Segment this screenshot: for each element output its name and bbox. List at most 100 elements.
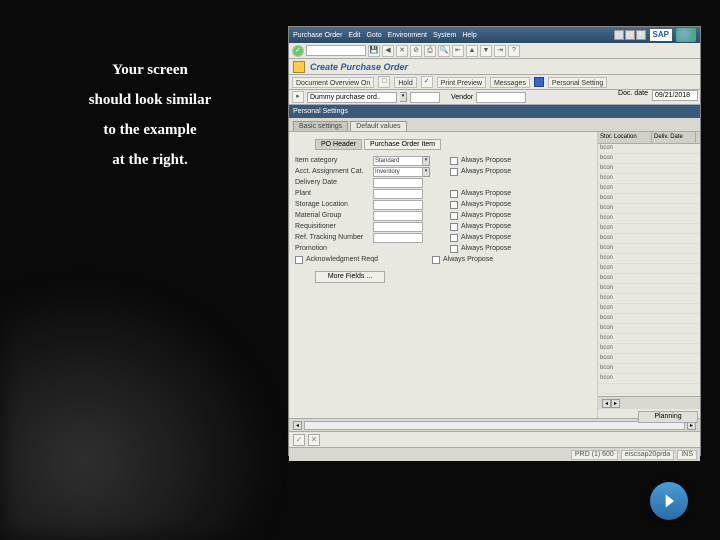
- menu-item[interactable]: Edit: [348, 32, 360, 39]
- grid-row[interactable]: bcon: [598, 364, 700, 374]
- menu-item[interactable]: System: [433, 32, 456, 39]
- acct-assignment-label: Acct. Assignment Cat.: [295, 168, 373, 175]
- grid-row[interactable]: bcon: [598, 294, 700, 304]
- scroll-left-icon[interactable]: ◂: [602, 399, 611, 408]
- screen-title: Create Purchase Order: [310, 62, 408, 72]
- grid-row[interactable]: bcon: [598, 164, 700, 174]
- doc-overview-button[interactable]: Document Overview On: [292, 77, 374, 88]
- maximize-button[interactable]: □: [625, 30, 635, 40]
- next-page-icon[interactable]: ▼: [480, 45, 492, 57]
- grid-row[interactable]: bcon: [598, 234, 700, 244]
- enter-icon[interactable]: ✓: [292, 45, 304, 57]
- hold-button[interactable]: Hold: [394, 77, 416, 88]
- scroll-left-icon[interactable]: ◂: [293, 421, 302, 430]
- print-preview-button[interactable]: Print Preview: [437, 77, 486, 88]
- vendor-field[interactable]: [476, 92, 526, 103]
- expand-icon[interactable]: ▸: [292, 91, 304, 103]
- menu-item[interactable]: Goto: [366, 32, 381, 39]
- check-icon[interactable]: ✓: [421, 76, 433, 88]
- cancel-icon[interactable]: ✕: [308, 434, 320, 446]
- grid-row[interactable]: bcon: [598, 344, 700, 354]
- dropdown-icon[interactable]: ▾: [423, 167, 430, 177]
- close-button[interactable]: ×: [636, 30, 646, 40]
- always-propose-checkbox[interactable]: [450, 223, 458, 231]
- po-number-field[interactable]: [410, 92, 440, 103]
- next-slide-button[interactable]: [650, 482, 688, 520]
- ack-reqd-checkbox[interactable]: [295, 256, 303, 264]
- cancel-icon[interactable]: ⊘: [410, 45, 422, 57]
- create-icon[interactable]: □: [378, 76, 390, 88]
- save-icon[interactable]: 💾: [368, 45, 380, 57]
- more-fields-button[interactable]: More Fields ...: [315, 271, 385, 283]
- subtab-po-header[interactable]: PO Header: [315, 139, 362, 150]
- grid-row[interactable]: bcon: [598, 324, 700, 334]
- menu-item[interactable]: Purchase Order: [293, 32, 342, 39]
- material-group-field[interactable]: [373, 211, 423, 221]
- application-toolbar: Document Overview On □ Hold ✓ Print Prev…: [289, 75, 700, 90]
- grid-row[interactable]: [598, 384, 700, 394]
- grid-row[interactable]: bcon: [598, 204, 700, 214]
- grid-row[interactable]: bcon: [598, 334, 700, 344]
- grid-row[interactable]: bcon: [598, 154, 700, 164]
- always-propose-label: Always Propose: [443, 256, 493, 263]
- command-field[interactable]: [306, 45, 366, 56]
- tab-basic-settings[interactable]: Basic settings: [293, 121, 348, 131]
- grid-row[interactable]: bcon: [598, 174, 700, 184]
- scroll-right-icon[interactable]: ▸: [611, 399, 620, 408]
- always-propose-checkbox[interactable]: [450, 234, 458, 242]
- always-propose-checkbox[interactable]: [432, 256, 440, 264]
- grid-row[interactable]: bcon: [598, 374, 700, 384]
- prev-page-icon[interactable]: ▲: [466, 45, 478, 57]
- menu-item[interactable]: Environment: [388, 32, 427, 39]
- plant-field[interactable]: [373, 189, 423, 199]
- menu-item[interactable]: Help: [462, 32, 476, 39]
- subtab-po-item[interactable]: Purchase Order Item: [364, 139, 441, 150]
- grid-row[interactable]: bcon: [598, 194, 700, 204]
- grid-row[interactable]: bcon: [598, 264, 700, 274]
- grid-row[interactable]: bcon: [598, 144, 700, 154]
- first-page-icon[interactable]: ⇤: [452, 45, 464, 57]
- doc-type-field[interactable]: Dummy purchase ord..: [307, 92, 397, 103]
- dropdown-icon[interactable]: ▾: [400, 92, 407, 102]
- grid-row[interactable]: bcon: [598, 184, 700, 194]
- grid-row[interactable]: bcon: [598, 244, 700, 254]
- tracking-number-field[interactable]: [373, 233, 423, 243]
- sap-logo: SAP: [650, 29, 672, 41]
- help-icon[interactable]: ?: [508, 45, 520, 57]
- messages-button[interactable]: Messages: [490, 77, 530, 88]
- grid-row[interactable]: bcon: [598, 254, 700, 264]
- print-icon[interactable]: ⎙: [424, 45, 436, 57]
- acct-assignment-field[interactable]: Inventory: [373, 167, 423, 177]
- grid-row[interactable]: bcon: [598, 304, 700, 314]
- item-category-field[interactable]: Standard: [373, 156, 423, 166]
- always-propose-checkbox[interactable]: [450, 245, 458, 253]
- exit-icon[interactable]: ✕: [396, 45, 408, 57]
- always-propose-checkbox[interactable]: [450, 201, 458, 209]
- tab-default-values[interactable]: Default values: [350, 121, 406, 131]
- last-page-icon[interactable]: ⇥: [494, 45, 506, 57]
- always-propose-checkbox[interactable]: [450, 157, 458, 165]
- planning-button[interactable]: Planning: [638, 411, 698, 423]
- find-icon[interactable]: 🔍: [438, 45, 450, 57]
- always-propose-checkbox[interactable]: [450, 190, 458, 198]
- always-propose-checkbox[interactable]: [450, 168, 458, 176]
- grid-row[interactable]: bcon: [598, 314, 700, 324]
- save-icon[interactable]: ✓: [293, 434, 305, 446]
- grid-row[interactable]: bcon: [598, 284, 700, 294]
- form-area: PO Header Purchase Order Item Item categ…: [289, 132, 597, 418]
- dropdown-icon[interactable]: ▾: [423, 156, 430, 166]
- scrollbar-track[interactable]: [304, 421, 685, 430]
- minimize-button[interactable]: -: [614, 30, 624, 40]
- sub-tabstrip: PO Header Purchase Order Item: [315, 139, 591, 150]
- always-propose-checkbox[interactable]: [450, 212, 458, 220]
- personal-setting-button[interactable]: Personal Setting: [548, 77, 607, 88]
- grid-row[interactable]: bcon: [598, 224, 700, 234]
- grid-row[interactable]: bcon: [598, 354, 700, 364]
- requisitioner-field[interactable]: [373, 222, 423, 232]
- back-icon[interactable]: ◀: [382, 45, 394, 57]
- storage-location-field[interactable]: [373, 200, 423, 210]
- grid-row[interactable]: bcon: [598, 274, 700, 284]
- delivery-date-field[interactable]: [373, 178, 423, 188]
- grid-row[interactable]: bcon: [598, 214, 700, 224]
- docdate-field[interactable]: 09/21/2018: [652, 90, 698, 101]
